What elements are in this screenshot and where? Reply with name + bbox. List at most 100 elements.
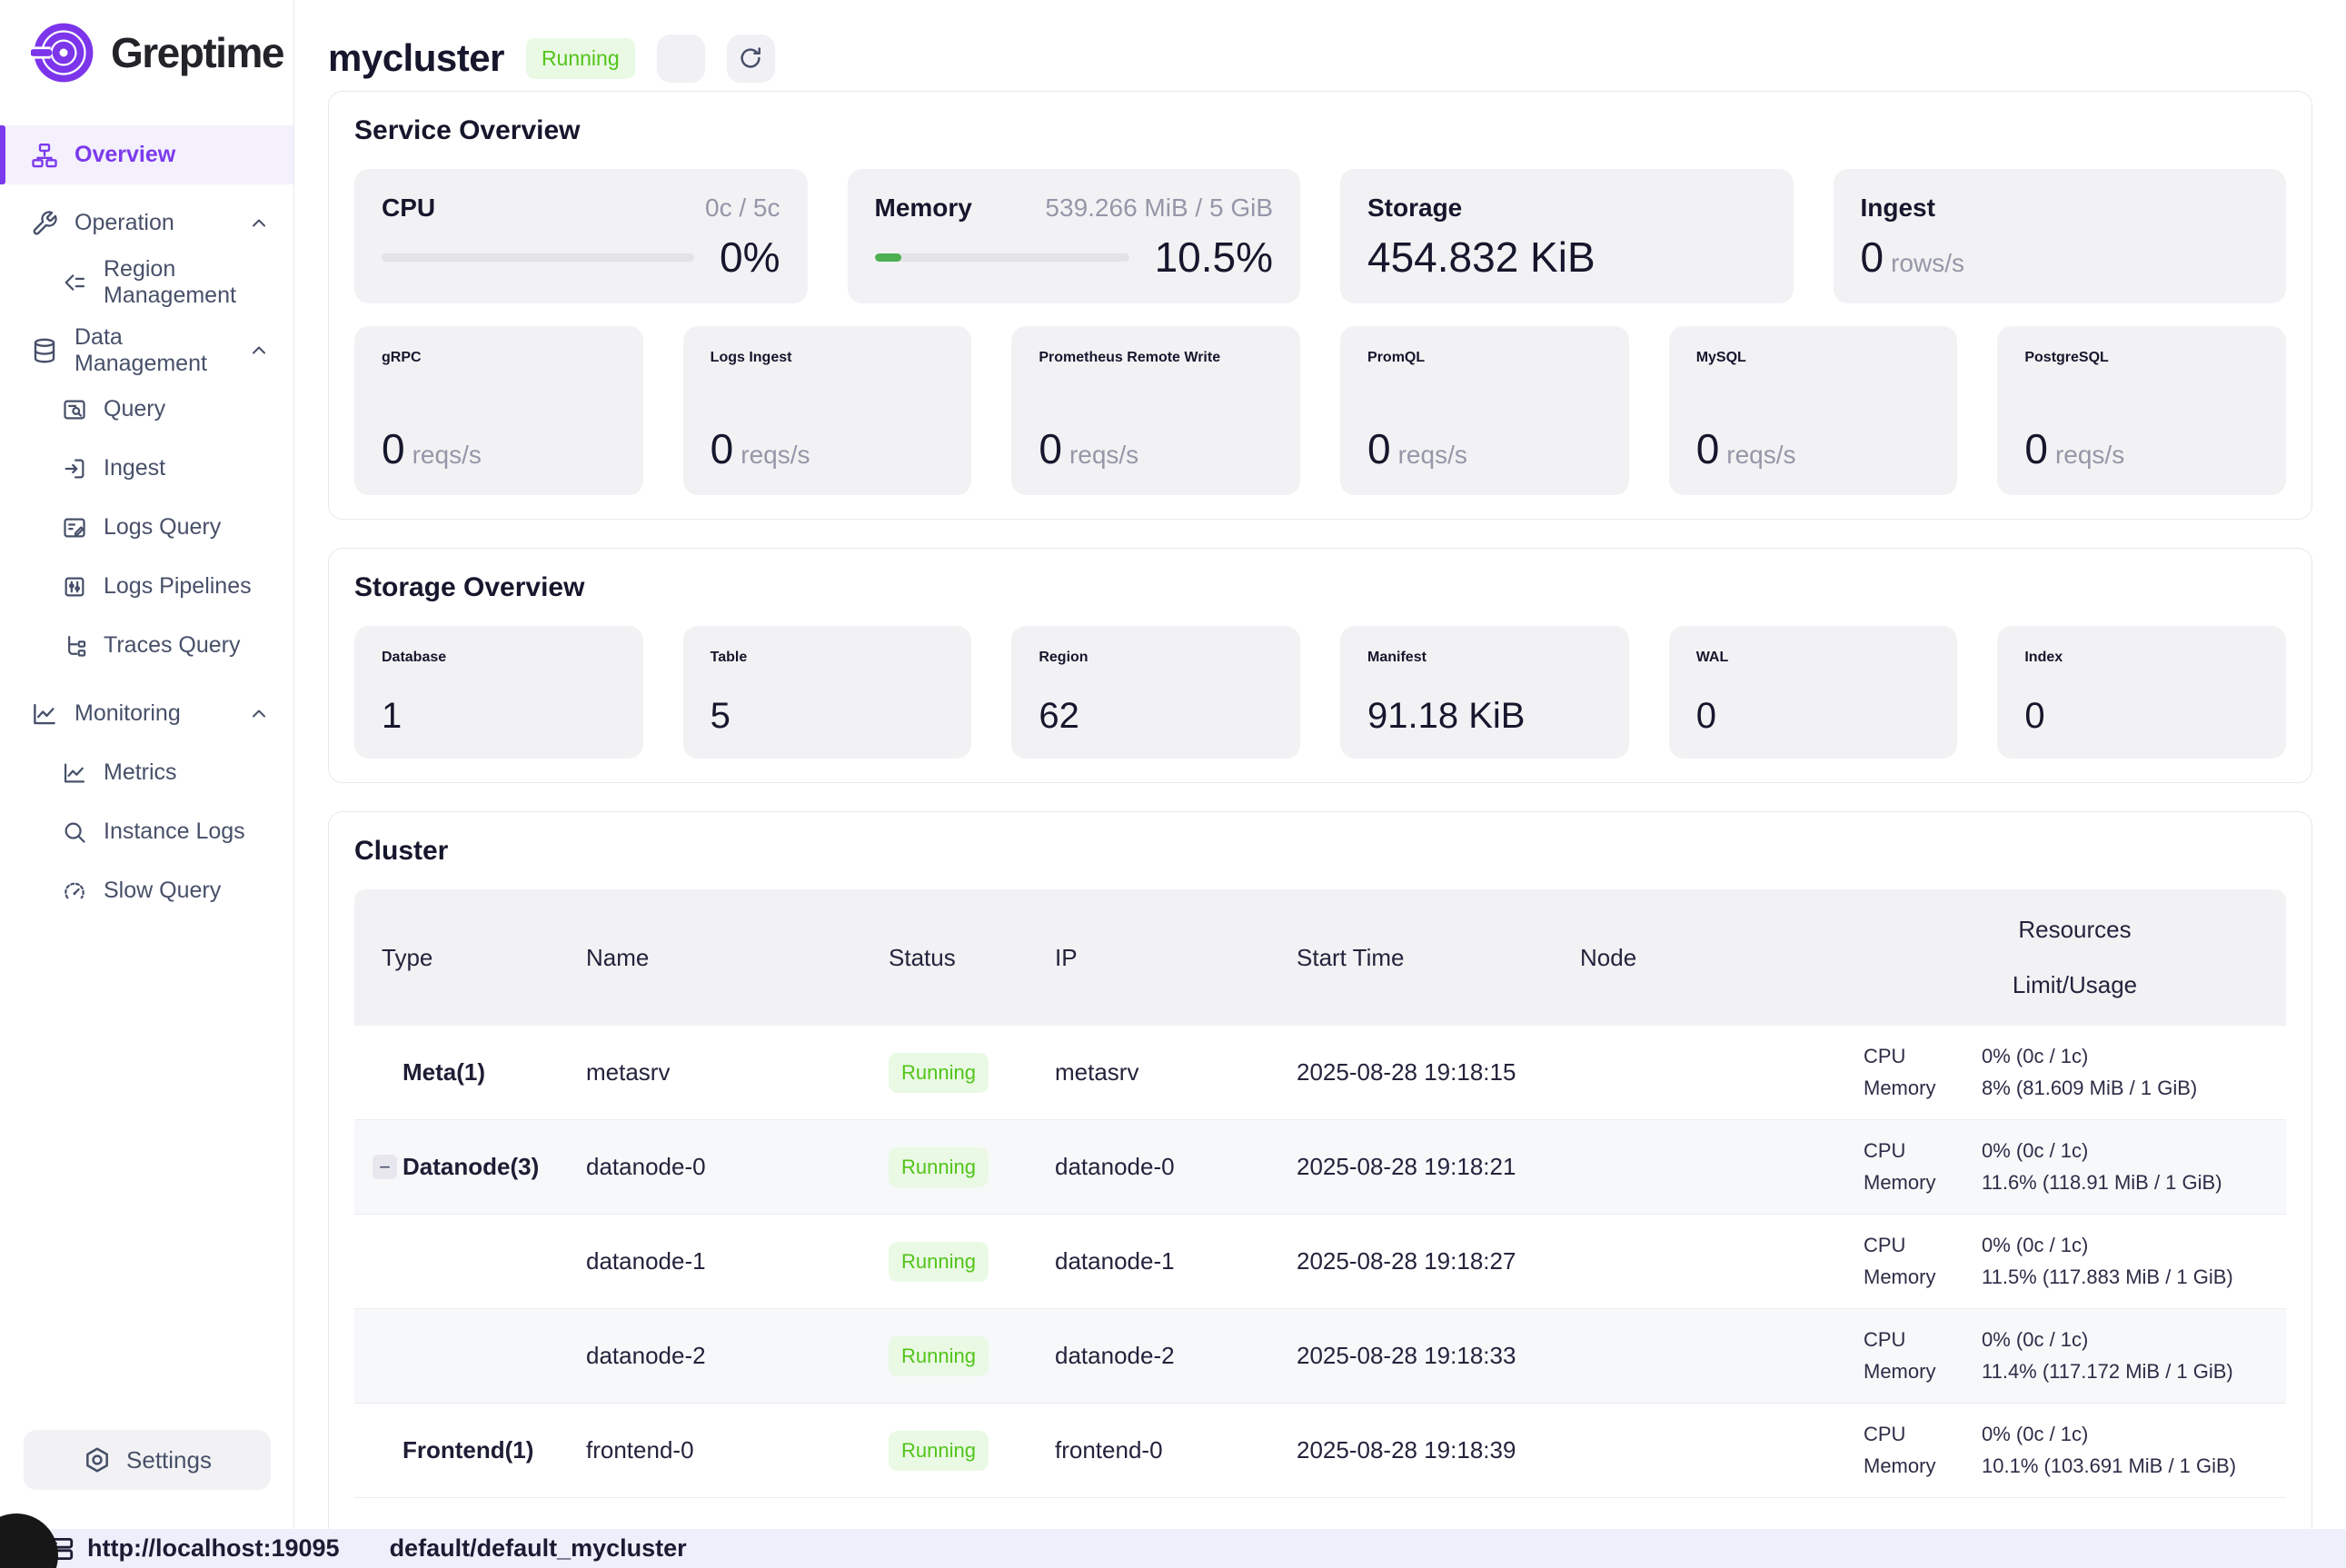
table-row-datanode-1: datanode-1 Running datanode-1 2025-08-28… — [354, 1215, 2286, 1309]
collapse-datanode-button[interactable]: − — [373, 1155, 397, 1179]
manifest-value: 91.18 KiB — [1367, 696, 1602, 737]
status-badge: Running — [889, 1242, 989, 1282]
ingest-unit: rows/s — [1891, 249, 1964, 277]
storage-value: 454.832 KiB — [1367, 233, 1766, 282]
region-label: Region — [1039, 648, 1273, 668]
prometheus-remote-write-card: Prometheus Remote Write 0reqs/s — [1011, 326, 1300, 495]
memory-percent: 10.5% — [1155, 233, 1273, 282]
sidebar-item-label: Monitoring — [75, 700, 181, 727]
memory-limit: 539.266 MiB / 5 GiB — [1045, 194, 1273, 223]
sidebar-item-overview[interactable]: Overview — [0, 125, 293, 184]
cluster-table: Type Name Status IP Start Time Node Reso… — [354, 889, 2286, 1498]
sidebar-item-monitoring[interactable]: Monitoring — [0, 684, 293, 743]
wal-label: WAL — [1696, 648, 1931, 668]
monitoring-icon — [31, 700, 58, 728]
prometheus-remote-write-value: 0 — [1039, 425, 1062, 472]
limit-usage-header: Limit/Usage — [2013, 971, 2137, 999]
node-ip: frontend-0 — [1055, 1436, 1297, 1464]
wal-card: WAL 0 — [1669, 626, 1958, 759]
grpc-card: gRPC 0reqs/s — [354, 326, 643, 495]
prometheus-remote-write-unit: reqs/s — [1069, 441, 1138, 469]
table-value: 5 — [711, 696, 945, 737]
current-database: default/default_mycluster — [390, 1534, 687, 1563]
grpc-unit: reqs/s — [413, 441, 482, 469]
table-row-datanode-0: − Datanode(3) datanode-0 Running datanod… — [354, 1120, 2286, 1215]
search-icon — [62, 819, 87, 845]
memory-res-value: 11.6% (118.91 MiB / 1 GiB) — [1982, 1171, 2271, 1195]
cpu-percent: 0% — [720, 233, 780, 282]
ingest-icon — [62, 456, 87, 481]
promql-label: PromQL — [1367, 348, 1602, 368]
mysql-value: 0 — [1696, 425, 1720, 472]
status-badge: Running — [889, 1431, 989, 1471]
cpu-res-value: 0% (0c / 1c) — [1982, 1045, 2271, 1068]
sidebar-item-label: Logs Pipelines — [104, 573, 252, 600]
memory-res-label: Memory — [1864, 1360, 1982, 1384]
sidebar-item-operation[interactable]: Operation — [0, 194, 293, 253]
node-resources: CPU0% (0c / 1c) Memory11.4% (117.172 MiB… — [1864, 1328, 2286, 1384]
sidebar-item-region-management[interactable]: Region Management — [0, 253, 293, 312]
database-card: Database 1 — [354, 626, 643, 759]
sidebar-item-label: Region Management — [104, 256, 270, 309]
brand-logo: Greptime — [0, 0, 293, 85]
col-resources: Resources Limit/Usage — [1864, 916, 2286, 999]
col-ip: IP — [1055, 944, 1297, 972]
sidebar-item-label: Operation — [75, 210, 174, 236]
cluster-panel: Cluster Type Name Status IP Start Time N… — [328, 811, 2312, 1529]
postgresql-label: PostgreSQL — [2024, 348, 2259, 368]
node-type: Frontend(1) — [403, 1436, 533, 1464]
sidebar-item-slow-query[interactable]: Slow Query — [0, 861, 293, 920]
storage-card: Storage 454.832 KiB — [1340, 169, 1794, 303]
cpu-res-label: CPU — [1864, 1045, 1982, 1068]
ingest-label: Ingest — [1861, 191, 1935, 225]
promql-card: PromQL 0reqs/s — [1340, 326, 1629, 495]
sidebar-item-data-management[interactable]: Data Management — [0, 321, 293, 380]
sidebar-item-logs-pipelines[interactable]: Logs Pipelines — [0, 557, 293, 616]
sidebar-item-ingest[interactable]: Ingest — [0, 439, 293, 498]
logs-ingest-unit: reqs/s — [741, 441, 810, 469]
col-status: Status — [889, 944, 1055, 972]
settings-button[interactable]: Settings — [24, 1430, 271, 1490]
prometheus-remote-write-label: Prometheus Remote Write — [1039, 348, 1273, 368]
sidebar-item-instance-logs[interactable]: Instance Logs — [0, 802, 293, 861]
server-url: http://localhost:19095 — [87, 1534, 340, 1563]
memory-res-label: Memory — [1864, 1077, 1982, 1100]
manifest-card: Manifest 91.18 KiB — [1340, 626, 1629, 759]
refresh-button[interactable] — [727, 35, 775, 83]
cpu-res-label: CPU — [1864, 1234, 1982, 1257]
node-name: datanode-2 — [586, 1342, 889, 1370]
page-header: mycluster Running — [328, 0, 2312, 91]
gear-icon — [83, 1445, 112, 1474]
col-type: Type — [354, 944, 586, 972]
sidebar-item-traces-query[interactable]: Traces Query — [0, 616, 293, 675]
logs-ingest-card: Logs Ingest 0reqs/s — [683, 326, 972, 495]
service-overview-panel: Service Overview CPU 0c / 5c 0% Memory — [328, 91, 2312, 520]
node-start-time: 2025-08-28 19:18:27 — [1297, 1247, 1580, 1275]
database-label: Database — [382, 648, 616, 668]
sidebar-item-label: Logs Query — [104, 514, 221, 541]
index-value: 0 — [2024, 696, 2259, 737]
wrench-icon — [31, 210, 58, 237]
promql-unit: reqs/s — [1398, 441, 1467, 469]
sidebar-item-label: Slow Query — [104, 878, 221, 904]
sidebar-item-query[interactable]: Query — [0, 380, 293, 439]
cpu-res-value: 0% (0c / 1c) — [1982, 1423, 2271, 1446]
node-resources: CPU0% (0c / 1c) Memory8% (81.609 MiB / 1… — [1864, 1045, 2286, 1100]
sidebar-item-logs-query[interactable]: Logs Query — [0, 498, 293, 557]
postgresql-card: PostgreSQL 0reqs/s — [1997, 326, 2286, 495]
cpu-progress-track — [382, 253, 694, 262]
node-name: datanode-0 — [586, 1153, 889, 1181]
service-overview-row2: gRPC 0reqs/s Logs Ingest 0reqs/s Prometh… — [354, 326, 2286, 495]
main-content: mycluster Running Service Overview CPU 0… — [294, 0, 2346, 1529]
cpu-res-label: CPU — [1864, 1139, 1982, 1163]
node-ip: datanode-2 — [1055, 1342, 1297, 1370]
sidebar-item-label: Traces Query — [104, 632, 241, 659]
blank-action-button[interactable] — [657, 35, 705, 83]
memory-res-value: 8% (81.609 MiB / 1 GiB) — [1982, 1077, 2271, 1100]
resources-header: Resources — [2018, 916, 2131, 944]
sidebar: Greptime Overview Operation — [0, 0, 294, 1529]
sidebar-item-metrics[interactable]: Metrics — [0, 743, 293, 802]
sidebar-item-label: Overview — [75, 142, 175, 168]
node-start-time: 2025-08-28 19:18:39 — [1297, 1436, 1580, 1464]
chevron-up-icon — [248, 213, 270, 234]
